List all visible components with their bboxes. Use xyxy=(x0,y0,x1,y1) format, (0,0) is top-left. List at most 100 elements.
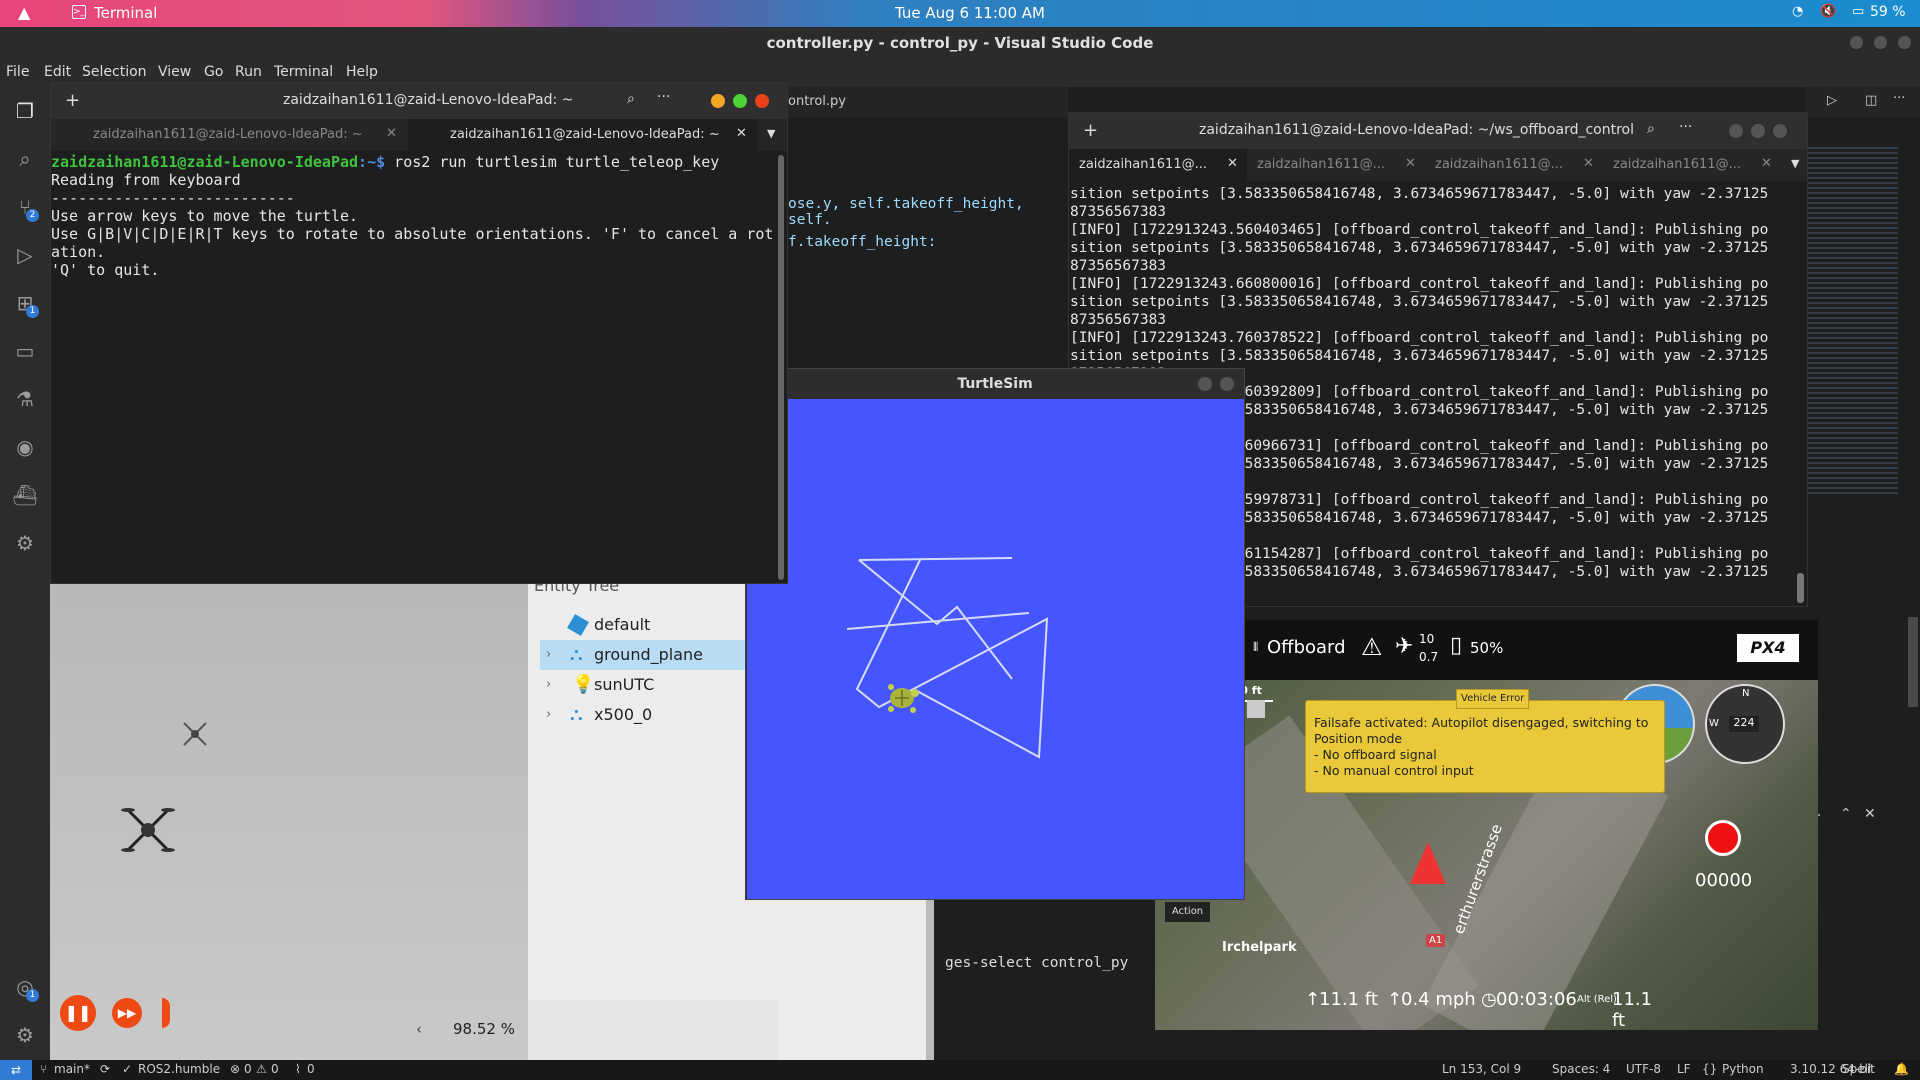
map-zoom-button[interactable] xyxy=(1247,700,1265,718)
spell-check[interactable]: Spell xyxy=(1842,1062,1871,1076)
menu-file[interactable]: File xyxy=(6,64,29,80)
mute-icon[interactable]: 🔇 xyxy=(1820,4,1836,19)
close-panel-icon[interactable]: ✕ xyxy=(1864,806,1876,822)
gps-satellite-icon[interactable]: ✈ xyxy=(1395,634,1413,659)
battery-icon[interactable]: ▭ xyxy=(1852,4,1864,19)
tab-dropdown-icon[interactable]: ▼ xyxy=(1791,157,1799,170)
activities-icon[interactable]: ▲ xyxy=(18,3,30,22)
editor-tab[interactable]: ontrol.py xyxy=(788,94,846,109)
expand-chevron-icon[interactable]: › xyxy=(546,640,551,670)
indentation[interactable]: Spaces: 4 xyxy=(1552,1062,1610,1076)
editor-code[interactable]: ose.y, self.takeoff_height, self. f.take… xyxy=(788,188,1068,250)
menu-run[interactable]: Run xyxy=(235,64,262,80)
remote-explorer-icon[interactable]: ▭ xyxy=(11,337,39,365)
tab-dropdown-icon[interactable]: ▼ xyxy=(767,127,775,140)
minimize-button[interactable] xyxy=(711,94,725,108)
maximize-button[interactable] xyxy=(1751,124,1765,138)
editor-scrollbar[interactable] xyxy=(1908,617,1918,707)
search-icon[interactable]: ⌕ xyxy=(1647,121,1655,137)
next-control-button[interactable] xyxy=(162,998,170,1028)
failsafe-alert[interactable]: Vehicle Error Failsafe activated: Autopi… xyxy=(1305,689,1665,793)
turtlesim-window[interactable]: TurtleSim xyxy=(745,368,1245,900)
ports-count[interactable]: 0 xyxy=(307,1062,315,1076)
ros-icon[interactable]: ⚙ xyxy=(11,529,39,557)
record-button[interactable] xyxy=(1705,820,1741,856)
terminal-scrollbar[interactable] xyxy=(1797,573,1804,603)
terminal-window-teleop[interactable]: + zaidzaihan1611@zaid-Lenovo-IdeaPad: ~ … xyxy=(50,82,788,584)
terminal-tab[interactable]: zaidzaihan1611@zaid-Lenovo-IdeaPad: ~ ✕ xyxy=(51,119,408,151)
minimize-button[interactable] xyxy=(1850,36,1863,49)
remote-indicator-icon[interactable]: ⇄ xyxy=(0,1060,32,1080)
cursor-position[interactable]: Ln 153, Col 9 xyxy=(1442,1062,1521,1076)
notifications-icon[interactable]: 🔔 xyxy=(1894,1062,1909,1076)
search-icon[interactable]: ⌕ xyxy=(11,145,39,173)
github-icon[interactable]: ◉ xyxy=(11,433,39,461)
menu-selection[interactable]: Selection xyxy=(82,64,147,80)
error-count[interactable]: 0 xyxy=(244,1062,252,1076)
menu-icon[interactable]: ··· xyxy=(657,89,670,105)
maximize-button[interactable] xyxy=(733,94,747,108)
entity-row-default[interactable]: default xyxy=(540,610,770,640)
entity-row-sunutc[interactable]: › 💡 sunUTC xyxy=(540,670,770,700)
flight-mode[interactable]: Offboard xyxy=(1267,637,1346,658)
turtle-canvas[interactable] xyxy=(747,399,1244,899)
menu-view[interactable]: View xyxy=(158,64,191,80)
wifi-icon[interactable]: ◔ xyxy=(1792,4,1803,19)
terminal-tab[interactable]: zaidzaihan1611@... ✕ xyxy=(1425,149,1603,181)
rtf-left-arrow-icon[interactable]: ‹ xyxy=(416,1020,422,1038)
terminal-tab[interactable]: zaidzaihan1611@... ✕ xyxy=(1603,149,1781,181)
close-button[interactable] xyxy=(1220,377,1234,391)
pause-button[interactable]: ❚❚ xyxy=(60,995,96,1031)
close-tab-icon[interactable]: ✕ xyxy=(1583,156,1594,171)
expand-chevron-icon[interactable]: › xyxy=(546,700,551,730)
terminal-tab[interactable]: zaidzaihan1611@... ✕ xyxy=(1247,149,1425,181)
settings-gear-icon[interactable]: ⚙ xyxy=(11,1021,39,1049)
minimap[interactable] xyxy=(1808,117,1920,1060)
expand-chevron-icon[interactable]: › xyxy=(546,670,551,700)
close-button[interactable] xyxy=(1898,36,1911,49)
close-tab-icon[interactable]: ✕ xyxy=(736,126,747,141)
ros-distro[interactable]: ROS2.humble xyxy=(138,1062,220,1076)
battery-icon[interactable]: ▯ xyxy=(1450,633,1462,658)
entity-row-x500[interactable]: › ⛬ x500_0 xyxy=(540,700,770,730)
encoding[interactable]: UTF-8 xyxy=(1626,1062,1661,1076)
step-forward-button[interactable]: ▶▶ xyxy=(112,998,142,1028)
eol[interactable]: LF xyxy=(1677,1062,1691,1076)
gazebo-3d-view[interactable]: ❚❚ ▶▶ xyxy=(50,584,528,1060)
menu-edit[interactable]: Edit xyxy=(44,64,71,80)
language-mode[interactable]: Python xyxy=(1722,1062,1764,1076)
run-icon[interactable]: ▷ xyxy=(1827,93,1837,108)
entity-row-ground-plane[interactable]: › ⛬ ground_plane xyxy=(540,640,755,670)
run-debug-icon[interactable]: ▷ xyxy=(11,241,39,269)
explorer-icon[interactable]: ❐ xyxy=(11,97,39,125)
testing-icon[interactable]: ⚗ xyxy=(11,385,39,413)
menu-help[interactable]: Help xyxy=(346,64,378,80)
split-editor-icon[interactable]: ◫ xyxy=(1865,93,1877,108)
warning-icon[interactable]: ⚠ xyxy=(1361,633,1383,661)
qgroundcontrol-window[interactable]: ⦀ Offboard ⚠ ✈ 10 0.7 ▯ 50% PX4 250 ft N… xyxy=(1155,620,1818,1030)
new-tab-icon[interactable]: + xyxy=(65,90,80,111)
vehicle-marker-icon[interactable] xyxy=(1410,842,1446,884)
close-tab-icon[interactable]: ✕ xyxy=(1405,156,1416,171)
menu-icon[interactable]: ··· xyxy=(1679,119,1692,135)
menu-terminal[interactable]: Terminal xyxy=(274,64,333,80)
close-button[interactable] xyxy=(755,94,769,108)
maximize-button[interactable] xyxy=(1874,36,1887,49)
terminal-scrollbar[interactable] xyxy=(778,155,784,580)
warning-count[interactable]: 0 xyxy=(271,1062,279,1076)
terminal-tab-active[interactable]: zaidzaihan1611@zaid-Lenovo-IdeaPad: ~ ✕ xyxy=(408,119,758,151)
active-app-name[interactable]: Terminal xyxy=(94,4,157,22)
git-branch[interactable]: main* xyxy=(54,1062,90,1076)
menu-go[interactable]: Go xyxy=(204,64,223,80)
action-button[interactable]: Action xyxy=(1165,902,1210,922)
close-tab-icon[interactable]: ✕ xyxy=(1761,156,1772,171)
battery-percent[interactable]: 59 % xyxy=(1870,4,1906,20)
docker-icon[interactable]: ⛴ xyxy=(11,481,39,509)
sync-icon[interactable]: ⟳ xyxy=(100,1062,110,1076)
minimize-button[interactable] xyxy=(1729,124,1743,138)
new-tab-icon[interactable]: + xyxy=(1083,120,1098,141)
search-icon[interactable]: ⌕ xyxy=(627,91,635,107)
vscode-integrated-terminal[interactable]: ges-select control_py xyxy=(940,940,1145,1050)
close-tab-icon[interactable]: ✕ xyxy=(1227,156,1238,171)
chevron-up-icon[interactable]: ⌃ xyxy=(1840,806,1852,822)
